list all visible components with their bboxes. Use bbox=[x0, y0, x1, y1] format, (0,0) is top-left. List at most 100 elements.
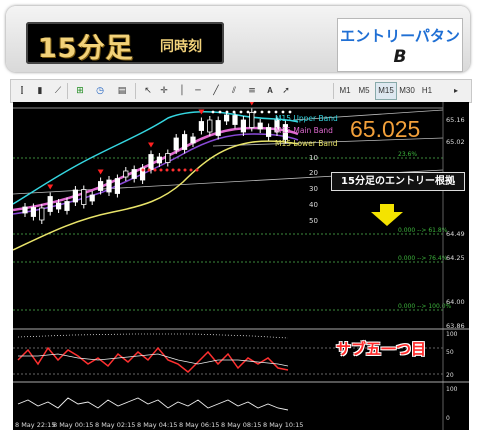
candle-body bbox=[223, 114, 230, 122]
signal-dot bbox=[211, 110, 215, 114]
chart-bars-icon[interactable]: ⫿ bbox=[15, 83, 29, 99]
candle-body bbox=[165, 153, 171, 163]
signal-dot bbox=[232, 110, 236, 114]
signal-dot bbox=[159, 168, 163, 172]
fibonacci-icon[interactable]: ≡ bbox=[245, 83, 259, 99]
candle-body bbox=[39, 207, 45, 221]
channel-icon[interactable]: ⫽ bbox=[227, 83, 241, 99]
timeframe-m1[interactable]: M1 bbox=[337, 83, 353, 99]
price-axis: 65.16 65.02 64.49 64.25 64.00 63.86 bbox=[442, 102, 465, 430]
svg-text:0: 0 bbox=[446, 415, 450, 422]
horizontal-line-icon[interactable]: ─ bbox=[191, 83, 205, 99]
entry-pattern-value: B bbox=[393, 47, 407, 67]
signal-dot bbox=[171, 168, 175, 172]
signal-dot bbox=[239, 110, 243, 114]
candle-body bbox=[240, 119, 246, 133]
text-tool-icon[interactable]: A bbox=[263, 83, 277, 99]
price-chart[interactable]: 10 20 30 40 50 M15 Upper Band M15 Main B… bbox=[13, 102, 469, 430]
timeframe-h1[interactable]: H1 bbox=[419, 83, 435, 99]
fib-label-76: 0.000 --> 76.4% bbox=[398, 255, 448, 262]
lower-band-label: M15 Lower Band bbox=[275, 139, 338, 148]
vertical-line-icon[interactable]: │ bbox=[175, 83, 189, 99]
candle-body bbox=[72, 189, 79, 203]
lower-band-line bbox=[13, 140, 299, 251]
candle-body bbox=[114, 178, 120, 194]
sub-window-label: サブ五一つ目 bbox=[336, 340, 427, 358]
candle-body bbox=[190, 136, 196, 144]
candle-body bbox=[47, 196, 53, 212]
time-axis: 8 May 22:15 8 May 00:15 8 May 02:15 8 Ma… bbox=[15, 421, 303, 429]
svg-text:8 May 06:15: 8 May 06:15 bbox=[179, 421, 219, 429]
candlesticks bbox=[22, 102, 292, 224]
price-tick: 64.00 bbox=[446, 298, 465, 306]
price-tick: 65.16 bbox=[446, 116, 465, 124]
chart-candles-icon[interactable]: ▮ bbox=[33, 83, 47, 99]
chart-line-icon[interactable]: ⟋ bbox=[51, 83, 65, 99]
signal-dot bbox=[218, 110, 222, 114]
signal-dot bbox=[267, 110, 271, 114]
banner-subtitle: 同時刻 bbox=[160, 39, 202, 55]
title-banner: 15分足 同時刻 エントリーパタン B bbox=[6, 6, 470, 72]
chart-toolbar: ⫿ ▮ ⟋ ⊞ ◷ ▤ ↖ ✛ │ ─ ╱ ⫽ ≡ A ➚ M1 M5 M15 … bbox=[10, 79, 472, 103]
signal-dot bbox=[141, 168, 145, 172]
title-box: 15分足 同時刻 bbox=[26, 22, 224, 64]
down-arrow-icon bbox=[371, 204, 403, 226]
add-indicator-icon[interactable]: ⊞ bbox=[73, 83, 87, 99]
candle-body bbox=[207, 119, 213, 133]
candle-body bbox=[215, 120, 221, 136]
toolbar-separator bbox=[135, 83, 136, 99]
svg-text:8 May 04:15: 8 May 04:15 bbox=[137, 421, 177, 429]
more-arrow-icon[interactable]: ▸ bbox=[449, 83, 463, 99]
signal-dot bbox=[177, 168, 181, 172]
candle-body bbox=[232, 115, 238, 125]
signal-arrow bbox=[148, 142, 154, 148]
cursor-icon[interactable]: ↖ bbox=[141, 83, 155, 99]
svg-text:20: 20 bbox=[446, 372, 454, 379]
signal-dot bbox=[281, 110, 285, 114]
toolbar-separator bbox=[67, 83, 68, 99]
fib-label-100: 0.000 --> 100.0% bbox=[398, 303, 452, 310]
scale-10: 10 bbox=[309, 154, 318, 162]
chart-canvas: 10 20 30 40 50 M15 Upper Band M15 Main B… bbox=[13, 102, 469, 430]
signal-dot bbox=[260, 110, 264, 114]
upper-band-label: M15 Upper Band bbox=[275, 114, 338, 123]
svg-text:8 May 00:15: 8 May 00:15 bbox=[53, 421, 93, 429]
signal-dot bbox=[253, 110, 257, 114]
signal-arrow bbox=[249, 102, 254, 106]
banner-title: 15分足 bbox=[38, 33, 134, 64]
rsi-line bbox=[17, 346, 289, 374]
svg-text:100: 100 bbox=[446, 331, 458, 338]
candle-body bbox=[131, 169, 137, 179]
crosshair-icon[interactable]: ✛ bbox=[157, 83, 171, 99]
signal-arrow bbox=[47, 184, 54, 190]
inner-scale: 10 20 30 40 50 bbox=[309, 154, 318, 225]
trendline-icon[interactable]: ╱ bbox=[209, 83, 223, 99]
candle-body bbox=[98, 181, 104, 191]
templates-icon[interactable]: ▤ bbox=[115, 83, 129, 99]
upper-band-line bbox=[13, 110, 299, 205]
svg-text:8 May 08:15: 8 May 08:15 bbox=[221, 421, 261, 429]
entry-basis-label: 15分足のエントリー根拠 bbox=[331, 172, 465, 191]
candle-body bbox=[30, 207, 37, 217]
price-tick: 64.25 bbox=[446, 254, 465, 262]
timeframe-m30[interactable]: M30 bbox=[397, 83, 417, 99]
osc1-scale: 100 50 20 bbox=[446, 331, 458, 379]
svg-text:8 May 02:15: 8 May 02:15 bbox=[95, 421, 135, 429]
timeframe-m15[interactable]: M15 bbox=[375, 82, 397, 100]
entry-pattern-label: エントリーパタン bbox=[340, 27, 460, 45]
oscillator-2-line bbox=[17, 397, 289, 411]
current-price-label: 65.025 bbox=[350, 116, 421, 142]
timeframe-m5[interactable]: M5 bbox=[356, 83, 372, 99]
signal-dot bbox=[153, 168, 157, 172]
arrow-tool-icon[interactable]: ➚ bbox=[279, 83, 293, 99]
scale-50: 50 bbox=[309, 217, 318, 225]
clock-icon[interactable]: ◷ bbox=[93, 83, 107, 99]
svg-text:8 May 10:15: 8 May 10:15 bbox=[263, 421, 303, 429]
signal-dot bbox=[189, 168, 193, 172]
svg-text:100: 100 bbox=[446, 386, 458, 393]
signal-dot bbox=[195, 168, 199, 172]
scale-20: 20 bbox=[309, 169, 318, 177]
svg-text:50: 50 bbox=[446, 349, 454, 356]
signal-dot bbox=[147, 168, 151, 172]
candle-body bbox=[81, 189, 87, 205]
